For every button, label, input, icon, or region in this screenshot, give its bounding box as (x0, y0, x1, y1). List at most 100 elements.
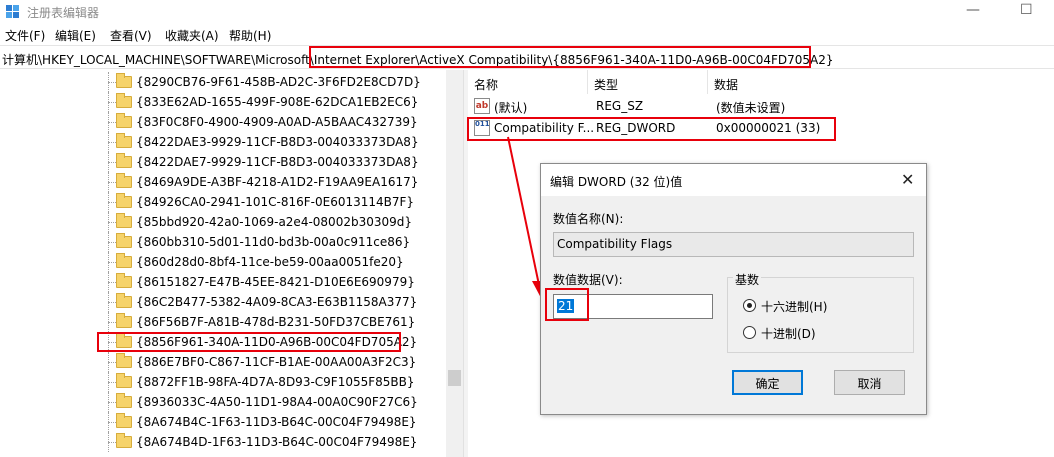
folder-icon (116, 173, 132, 188)
tree-connector (108, 422, 116, 423)
tree-item-label: {86C2B477-5382-4A09-8CA3-E63B1158A377} (136, 295, 418, 309)
tree-item[interactable]: {84926CA0-2941-101C-816F-0E6013114B7F} (0, 192, 440, 212)
folder-icon (116, 433, 132, 448)
menu-edit[interactable]: 编辑(E) (55, 27, 96, 44)
tree-connector (108, 82, 116, 83)
base-group (727, 277, 914, 353)
minimize-icon[interactable]: — (966, 3, 980, 17)
tree-connector (108, 102, 116, 103)
folder-icon (116, 313, 132, 328)
value-row-compatibility-flags[interactable]: 011 Compatibility F... REG_DWORD 0x00000… (468, 117, 1054, 139)
address-bar[interactable]: 计算机\HKEY_LOCAL_MACHINE\SOFTWARE\Microsof… (0, 45, 1054, 69)
tree-scrollbar[interactable] (446, 70, 463, 457)
tree-item[interactable]: {83F0C8F0-4900-4909-A0AD-A5BAAC432739} (0, 112, 440, 132)
cancel-button[interactable]: 取消 (834, 370, 905, 395)
folder-icon (116, 333, 132, 348)
value-row-default[interactable]: ab (默认) REG_SZ (数值未设置) (468, 95, 1054, 117)
hex-radio-label[interactable]: 十六进制(H) (761, 298, 827, 315)
menu-view[interactable]: 查看(V) (110, 27, 152, 44)
tree-item-label: {8A674B4D-1F63-11D3-B64C-00C04F79498E} (136, 435, 418, 449)
hex-radio[interactable] (743, 299, 756, 312)
folder-icon (116, 113, 132, 128)
tree-connector (108, 342, 116, 343)
tree-item[interactable]: {8290CB76-9F61-458B-AD2C-3F6FD2E8CD7D} (0, 72, 440, 92)
tree-item[interactable]: {833E62AD-1655-499F-908E-62DCA1EB2EC6} (0, 92, 440, 112)
tree-item[interactable]: {8936033C-4A50-11D1-98A4-00A0C90F27C6} (0, 392, 440, 412)
dialog-title-bar: 编辑 DWORD (32 位)值 ✕ (541, 164, 926, 196)
tree-item[interactable]: {8422DAE7-9929-11CF-B8D3-004033373DA8} (0, 152, 440, 172)
tree-item[interactable]: {886E7BF0-C867-11CF-B1AE-00AA00A3F2C3} (0, 352, 440, 372)
maximize-icon[interactable]: ☐ (1020, 3, 1033, 17)
tree-item-label: {8856F961-340A-11D0-A96B-00C04FD705A2} (136, 335, 418, 349)
tree-connector (108, 402, 116, 403)
tree-item[interactable]: {86C2B477-5382-4A09-8CA3-E63B1158A377} (0, 292, 440, 312)
tree-connector (108, 202, 116, 203)
tree-connector (108, 442, 116, 443)
ok-button[interactable]: 确定 (732, 370, 803, 395)
tree-item-label: {85bbd920-42a0-1069-a2e4-08002b30309d} (136, 215, 412, 229)
tree-item[interactable]: {86F56B7F-A81B-478d-B231-50FD37CBE761} (0, 312, 440, 332)
folder-icon (116, 73, 132, 88)
value-data-input[interactable]: 21 (553, 294, 713, 319)
registry-editor-icon (6, 5, 19, 18)
close-icon[interactable]: ✕ (901, 170, 914, 189)
address-path[interactable]: 计算机\HKEY_LOCAL_MACHINE\SOFTWARE\Microsof… (2, 51, 834, 68)
tree-item-label: {8936033C-4A50-11D1-98A4-00A0C90F27C6} (136, 395, 418, 409)
tree-item[interactable]: {85bbd920-42a0-1069-a2e4-08002b30309d} (0, 212, 440, 232)
tree-item[interactable]: {8469A9DE-A3BF-4218-A1D2-F19AA9EA1617} (0, 172, 440, 192)
tree-item[interactable]: {8872FF1B-98FA-4D7A-8D93-C9F1055F85BB} (0, 372, 440, 392)
menu-file[interactable]: 文件(F) (5, 27, 45, 44)
title-bar: 注册表编辑器 — ☐ (0, 0, 1054, 24)
folder-icon (116, 353, 132, 368)
base-label: 基数 (733, 271, 762, 288)
tree-item[interactable]: {8422DAE3-9929-11CF-B8D3-004033373DA8} (0, 132, 440, 152)
value-name: Compatibility F... (494, 121, 595, 135)
tree-item-label: {886E7BF0-C867-11CF-B1AE-00AA00A3F2C3} (136, 355, 417, 369)
value-data-label: 数值数据(V): (553, 273, 623, 287)
tree-item-label: {83F0C8F0-4900-4909-A0AD-A5BAAC432739} (136, 115, 418, 129)
tree-connector (108, 322, 116, 323)
dec-radio[interactable] (743, 326, 756, 339)
folder-icon (116, 93, 132, 108)
tree-scrollbar-thumb[interactable] (448, 370, 461, 386)
folder-icon (116, 413, 132, 428)
value-data: 0x00000021 (33) (716, 121, 821, 135)
tree-item[interactable]: {8A674B4C-1F63-11D3-B64C-00C04F79498E} (0, 412, 440, 432)
tree-connector (108, 222, 116, 223)
tree-item[interactable]: {8856F961-340A-11D0-A96B-00C04FD705A2} (0, 332, 440, 352)
column-header-type[interactable]: 类型 (588, 70, 708, 94)
column-header-data[interactable]: 数据 (708, 70, 1054, 94)
tree-item[interactable]: {86151827-E47B-45EE-8421-D10E6E690979} (0, 272, 440, 292)
folder-icon (116, 153, 132, 168)
folder-icon (116, 273, 132, 288)
tree-connector (108, 122, 116, 123)
value-name-field: Compatibility Flags (553, 232, 914, 257)
menu-help[interactable]: 帮助(H) (229, 27, 271, 44)
tree-item-label: {8290CB76-9F61-458B-AD2C-3F6FD2E8CD7D} (136, 75, 421, 89)
tree-connector (108, 142, 116, 143)
dialog-title: 编辑 DWORD (32 位)值 (550, 175, 683, 189)
tree-item-label: {833E62AD-1655-499F-908E-62DCA1EB2EC6} (136, 95, 419, 109)
folder-icon (116, 213, 132, 228)
folder-icon (116, 393, 132, 408)
tree-connector (108, 162, 116, 163)
tree-item-label: {86151827-E47B-45EE-8421-D10E6E690979} (136, 275, 415, 289)
tree-item[interactable]: {860d28d0-8bf4-11ce-be59-00aa0051fe20} (0, 252, 440, 272)
folder-icon (116, 193, 132, 208)
column-header-name[interactable]: 名称 (468, 70, 588, 94)
tree-item-label: {860bb310-5d01-11d0-bd3b-00a0c911ce86} (136, 235, 411, 249)
window-title: 注册表编辑器 (27, 6, 100, 20)
tree-item[interactable]: {8A674B4D-1F63-11D3-B64C-00C04F79498E} (0, 432, 440, 452)
key-tree: {8290CB76-9F61-458B-AD2C-3F6FD2E8CD7D} {8… (0, 70, 463, 457)
value-type: REG_SZ (596, 99, 644, 113)
tree-item-label: {8A674B4C-1F63-11D3-B64C-00C04F79498E} (136, 415, 417, 429)
tree-connector (108, 282, 116, 283)
dec-radio-label[interactable]: 十进制(D) (761, 325, 816, 342)
tree-item-label: {8872FF1B-98FA-4D7A-8D93-C9F1055F85BB} (136, 375, 415, 389)
string-value-icon: ab (474, 98, 490, 114)
menu-favorites[interactable]: 收藏夹(A) (165, 27, 219, 44)
value-type: REG_DWORD (596, 121, 676, 135)
folder-icon (116, 253, 132, 268)
tree-item-label: {86F56B7F-A81B-478d-B231-50FD37CBE761} (136, 315, 416, 329)
tree-item[interactable]: {860bb310-5d01-11d0-bd3b-00a0c911ce86} (0, 232, 440, 252)
